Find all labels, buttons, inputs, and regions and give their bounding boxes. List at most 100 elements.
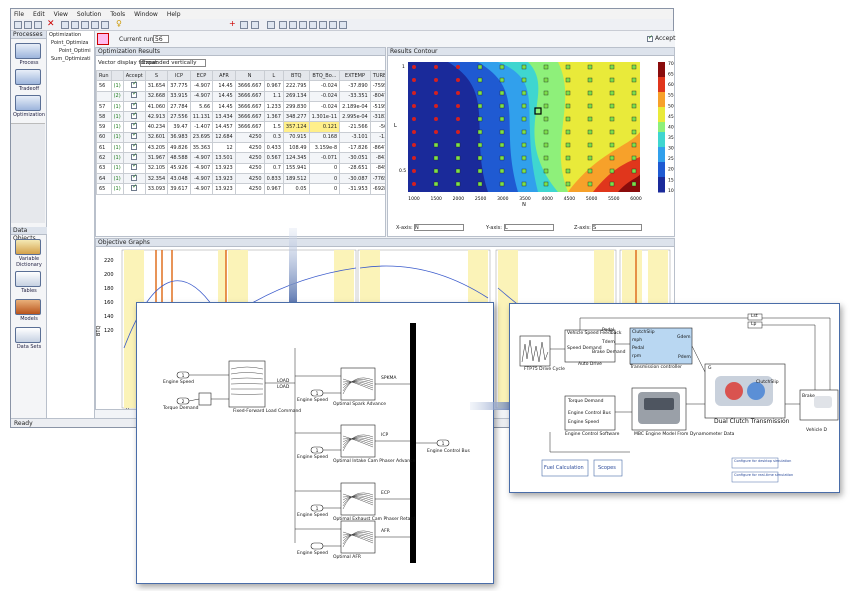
- optimization-tool-icon[interactable]: [15, 95, 41, 111]
- accept-checkbox-box[interactable]: [131, 102, 137, 109]
- add-icon[interactable]: +: [229, 19, 237, 28]
- menu-help[interactable]: Help: [167, 11, 181, 18]
- accept-checkbox-box[interactable]: [131, 185, 137, 191]
- delete-icon[interactable]: ✕: [47, 19, 55, 29]
- table-row[interactable]: 61(1) 43.20549.82635.3631242500.433108.49…: [96, 142, 385, 154]
- table-row[interactable]: 63(1) 32.10545.926-4.90713.92342500.7155.…: [96, 162, 385, 174]
- contour-point: [543, 181, 549, 187]
- menu-file[interactable]: File: [14, 11, 24, 18]
- table-row[interactable]: 60(1) 32.60136.98323.69512.68442500.370.9…: [96, 131, 385, 144]
- layout3-icon[interactable]: [299, 21, 307, 29]
- contour-point: [587, 142, 593, 148]
- current-run-select[interactable]: 56: [153, 35, 169, 43]
- export-icon[interactable]: [101, 21, 109, 29]
- process-tool-icon[interactable]: [15, 43, 41, 59]
- menu-solution[interactable]: Solution: [77, 11, 101, 18]
- layout5-icon[interactable]: [319, 21, 327, 29]
- x-tick-label: 5500: [608, 196, 620, 202]
- copy-icon[interactable]: [61, 21, 69, 29]
- table-row[interactable]: 65(1) 33.09339.617-4.90713.92342500.9670.…: [96, 183, 385, 195]
- tree-root[interactable]: Optimization: [47, 31, 94, 39]
- contour-point: [456, 91, 460, 95]
- vector-format-select[interactable]: Expanded vertically: [140, 59, 206, 67]
- accept-checkbox-box[interactable]: [131, 154, 137, 161]
- contour-plot[interactable]: 1000 1500 2000 2500 3000 3500 4000 4500 5000 5500…: [388, 57, 676, 227]
- table-row[interactable]: 58(1)42.91327.55611.13113.4343666.6671.3…: [96, 111, 385, 123]
- scopes-label[interactable]: Scopes: [598, 465, 616, 471]
- table-row[interactable]: 59(1) 40.23439.47-1.40714.4573666.6671.53…: [96, 121, 385, 133]
- accept-checkbox-box[interactable]: [131, 92, 137, 99]
- accept-checkbox[interactable]: [122, 183, 146, 195]
- table-row[interactable]: 64(1) 32.35443.048-4.90713.92342500.83318…: [96, 172, 385, 185]
- table-row[interactable]: 56(1) 31.65437.775-4.90714.453666.6670.96…: [96, 80, 385, 92]
- layout2-icon[interactable]: [289, 21, 297, 29]
- table-row[interactable]: 57(1)41.06027.7845.6614.453666.6671.2332…: [96, 100, 385, 113]
- accept-checkbox[interactable]: [647, 34, 653, 42]
- menu-edit[interactable]: Edit: [33, 11, 45, 18]
- move-icon[interactable]: [251, 21, 259, 29]
- accept-checkbox-box[interactable]: [131, 123, 137, 130]
- accept-checkbox[interactable]: [122, 152, 146, 164]
- variable-dictionary-icon[interactable]: [15, 239, 41, 255]
- tree-item[interactable]: Point_Optimi: [47, 47, 94, 55]
- accept-checkbox[interactable]: [122, 111, 146, 123]
- accept-checkbox[interactable]: [122, 121, 146, 133]
- accept-checkbox-box[interactable]: [131, 82, 137, 88]
- cell-value: 14.45: [212, 90, 236, 102]
- accept-checkbox[interactable]: [122, 80, 146, 92]
- run-solution: (1): [110, 162, 124, 174]
- chart-icon[interactable]: [91, 21, 99, 29]
- layout6-icon[interactable]: [329, 21, 337, 29]
- z-axis-select[interactable]: S: [592, 224, 642, 231]
- tradeoff-tool-icon[interactable]: [15, 69, 41, 85]
- save-icon[interactable]: [34, 21, 42, 29]
- accept-checkbox-box[interactable]: [131, 164, 137, 171]
- menu-view[interactable]: View: [54, 11, 68, 18]
- tree-item[interactable]: Sum_Optimizati: [47, 55, 94, 63]
- menu-tools[interactable]: Tools: [110, 11, 125, 18]
- remove-icon[interactable]: [240, 21, 248, 29]
- accept-checkbox[interactable]: [122, 172, 146, 185]
- accept-checkbox-box[interactable]: [131, 113, 137, 119]
- fuel-calc-label[interactable]: Fuel Calculation: [544, 465, 584, 471]
- x-axis-select[interactable]: N: [414, 224, 464, 231]
- menu-window[interactable]: Window: [134, 11, 158, 18]
- table-icon[interactable]: [81, 21, 89, 29]
- col-run: Run: [96, 69, 112, 82]
- vehicle-label: Vehicle D: [806, 428, 827, 433]
- table-row[interactable]: 62(1) 31.96748.588-4.90713.50142500.56712…: [96, 152, 385, 164]
- tc-out-label: Pdem: [678, 355, 691, 360]
- accept-checkbox-box[interactable]: [131, 174, 137, 181]
- view-icon[interactable]: [267, 21, 275, 29]
- config-desktop-label[interactable]: Configure for desktop simulation: [734, 459, 791, 463]
- cell-value: 0.121: [308, 121, 341, 133]
- accept-checkbox[interactable]: [122, 162, 146, 174]
- run-solution: (1): [110, 131, 124, 144]
- data-sets-label: Data Sets: [16, 344, 42, 350]
- y-axis-select[interactable]: L: [504, 224, 554, 231]
- cell-value: 14.457: [212, 121, 236, 133]
- layout7-icon[interactable]: [339, 21, 347, 29]
- table-row[interactable]: (2) 32.66833.915-4.90714.453666.6671.1269…: [96, 90, 385, 102]
- new-icon[interactable]: [14, 21, 22, 29]
- signal-label: SPKMA: [381, 376, 397, 381]
- data-sets-icon[interactable]: [15, 327, 41, 343]
- layout4-icon[interactable]: [309, 21, 317, 29]
- dct-label[interactable]: Dual Clutch Transmission: [714, 418, 789, 425]
- accept-checkbox[interactable]: [122, 142, 146, 154]
- models-icon[interactable]: [15, 299, 41, 315]
- accept-checkbox[interactable]: [122, 100, 146, 113]
- tree-item[interactable]: Point_Optimiza: [47, 39, 94, 47]
- config-realtime-label[interactable]: Configure for real-time simulation: [734, 473, 793, 477]
- help-icon[interactable]: ♀: [116, 19, 124, 28]
- open-icon[interactable]: [24, 21, 32, 29]
- tables-icon[interactable]: [15, 271, 41, 287]
- accept-checkbox-box[interactable]: [131, 144, 137, 150]
- cell-value: 0.833: [263, 172, 284, 185]
- accept-checkbox[interactable]: [122, 90, 146, 102]
- accept-checkbox[interactable]: [122, 131, 146, 144]
- layout1-icon[interactable]: [279, 21, 287, 29]
- cell-value: 1.5: [263, 121, 284, 133]
- paste-icon[interactable]: [71, 21, 79, 29]
- accept-checkbox-box[interactable]: [131, 133, 137, 140]
